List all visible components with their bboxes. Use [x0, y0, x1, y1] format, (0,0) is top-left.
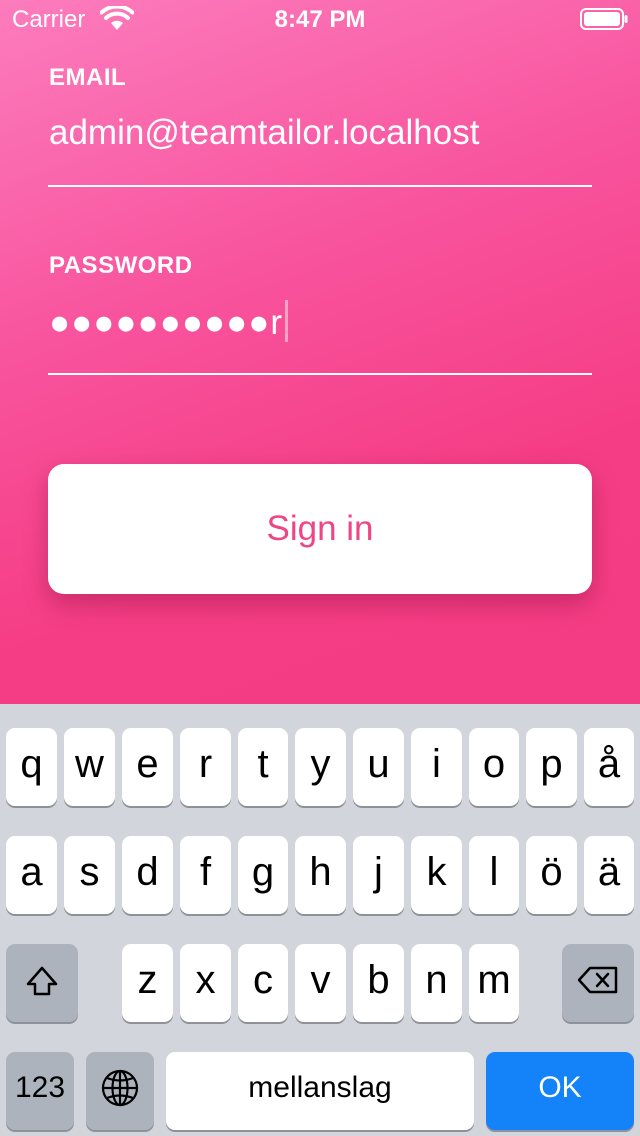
text-caret [285, 300, 289, 342]
key-g[interactable]: g [238, 836, 288, 914]
globe-key[interactable] [86, 1052, 154, 1130]
key-u[interactable]: u [353, 728, 404, 806]
key-h[interactable]: h [295, 836, 346, 914]
key-n[interactable]: n [411, 944, 462, 1022]
password-underline [48, 373, 592, 375]
key-j[interactable]: j [353, 836, 404, 914]
key-d[interactable]: d [122, 836, 173, 914]
backspace-key[interactable] [562, 944, 634, 1022]
email-field[interactable]: admin@teamtailor.localhost [49, 112, 479, 154]
key-m[interactable]: m [469, 944, 519, 1022]
key-a[interactable]: a [6, 836, 57, 914]
key-r[interactable]: r [180, 728, 231, 806]
key-z[interactable]: z [122, 944, 173, 1022]
status-time: 8:47 PM [274, 6, 366, 33]
login-background [0, 0, 640, 704]
shift-icon [6, 944, 78, 1016]
battery-icon [580, 8, 628, 30]
keyboard: q w e r t y u i o p å a s d f g h j k l … [0, 704, 640, 1136]
numbers-key[interactable]: 123 [6, 1052, 74, 1130]
password-masked-text: ●●●●●●●●●●r [49, 303, 284, 342]
status-bar: Carrier 8:47 PM [0, 0, 640, 40]
email-underline [48, 185, 592, 187]
key-y[interactable]: y [295, 728, 346, 806]
shift-key[interactable] [6, 944, 78, 1022]
key-a-ring[interactable]: å [584, 728, 634, 806]
key-l[interactable]: l [469, 836, 519, 914]
key-o-umlaut[interactable]: ö [526, 836, 577, 914]
return-key[interactable]: OK [486, 1052, 634, 1130]
key-c[interactable]: c [238, 944, 288, 1022]
password-label: PASSWORD [49, 252, 193, 279]
key-t[interactable]: t [238, 728, 288, 806]
key-f[interactable]: f [180, 836, 231, 914]
key-w[interactable]: w [64, 728, 115, 806]
key-i[interactable]: i [411, 728, 462, 806]
key-a-umlaut[interactable]: ä [584, 836, 634, 914]
email-label: EMAIL [49, 64, 127, 91]
key-q[interactable]: q [6, 728, 57, 806]
key-b[interactable]: b [353, 944, 404, 1022]
key-k[interactable]: k [411, 836, 462, 914]
backspace-icon [562, 944, 634, 1016]
key-v[interactable]: v [295, 944, 346, 1022]
sign-in-button[interactable]: Sign in [48, 464, 592, 594]
key-o[interactable]: o [469, 728, 519, 806]
key-e[interactable]: e [122, 728, 173, 806]
space-key[interactable]: mellanslag [166, 1052, 474, 1130]
key-p[interactable]: p [526, 728, 577, 806]
password-field[interactable]: ●●●●●●●●●●r [49, 300, 289, 344]
key-x[interactable]: x [180, 944, 231, 1022]
globe-icon [86, 1052, 154, 1124]
key-s[interactable]: s [64, 836, 115, 914]
